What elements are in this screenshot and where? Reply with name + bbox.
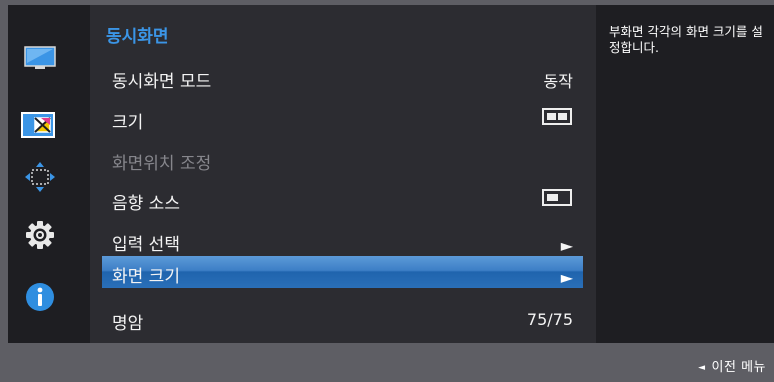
menu-item-pip-mode[interactable]: 동시화면 모드 동작 [102,61,583,93]
menu-item-label: 음향 소스 [112,194,180,214]
menu-item-input-select[interactable]: 입력 선택 ► [102,224,583,256]
osd-sidebar [8,5,88,343]
osd-menu-panel: 동시화면 동시화면 모드 동작 크기 화면위치 조정 음향 소스 입력 선택 ►… [90,5,596,343]
info-icon[interactable] [23,280,57,314]
picture-in-picture-icon[interactable] [21,109,55,143]
menu-item-sound-source[interactable]: 음향 소스 [102,183,583,215]
gear-icon[interactable] [23,218,57,252]
menu-item-screen-size[interactable]: 화면 크기 ► [102,256,583,288]
back-label: 이전 메뉴 [711,360,766,375]
help-panel: 부화면 각각의 화면 크기를 설정합니다. [598,5,774,343]
menu-item-contrast[interactable]: 명암 75/75 [102,303,583,335]
help-text: 부화면 각각의 화면 크기를 설정합니다. [609,24,763,55]
menu-item-label: 화면위치 조정 [112,154,212,174]
monitor-icon[interactable] [23,41,57,75]
size-large-split-icon [542,108,572,125]
menu-item-value: 동작 [543,72,573,91]
sound-source-icon [542,189,572,206]
menu-title: 동시화면 [106,27,169,47]
back-arrow-icon: ◄ [698,363,706,373]
menu-item-position: 화면위치 조정 [102,143,583,175]
menu-item-label: 명암 [112,314,144,334]
submenu-arrow-icon: ► [560,268,573,287]
menu-item-size[interactable]: 크기 [102,102,583,134]
menu-item-label: 입력 선택 [112,235,180,255]
menu-item-label: 크기 [112,113,144,133]
menu-item-label: 화면 크기 [112,267,180,287]
submenu-arrow-icon: ► [560,236,573,255]
menu-item-value: 75/75 [526,310,573,329]
back-button[interactable]: ◄ 이전 메뉴 [698,356,766,375]
bottom-bar: ◄ 이전 메뉴 [0,343,774,382]
menu-item-label: 동시화면 모드 [112,72,212,92]
position-arrows-icon[interactable] [23,160,57,194]
